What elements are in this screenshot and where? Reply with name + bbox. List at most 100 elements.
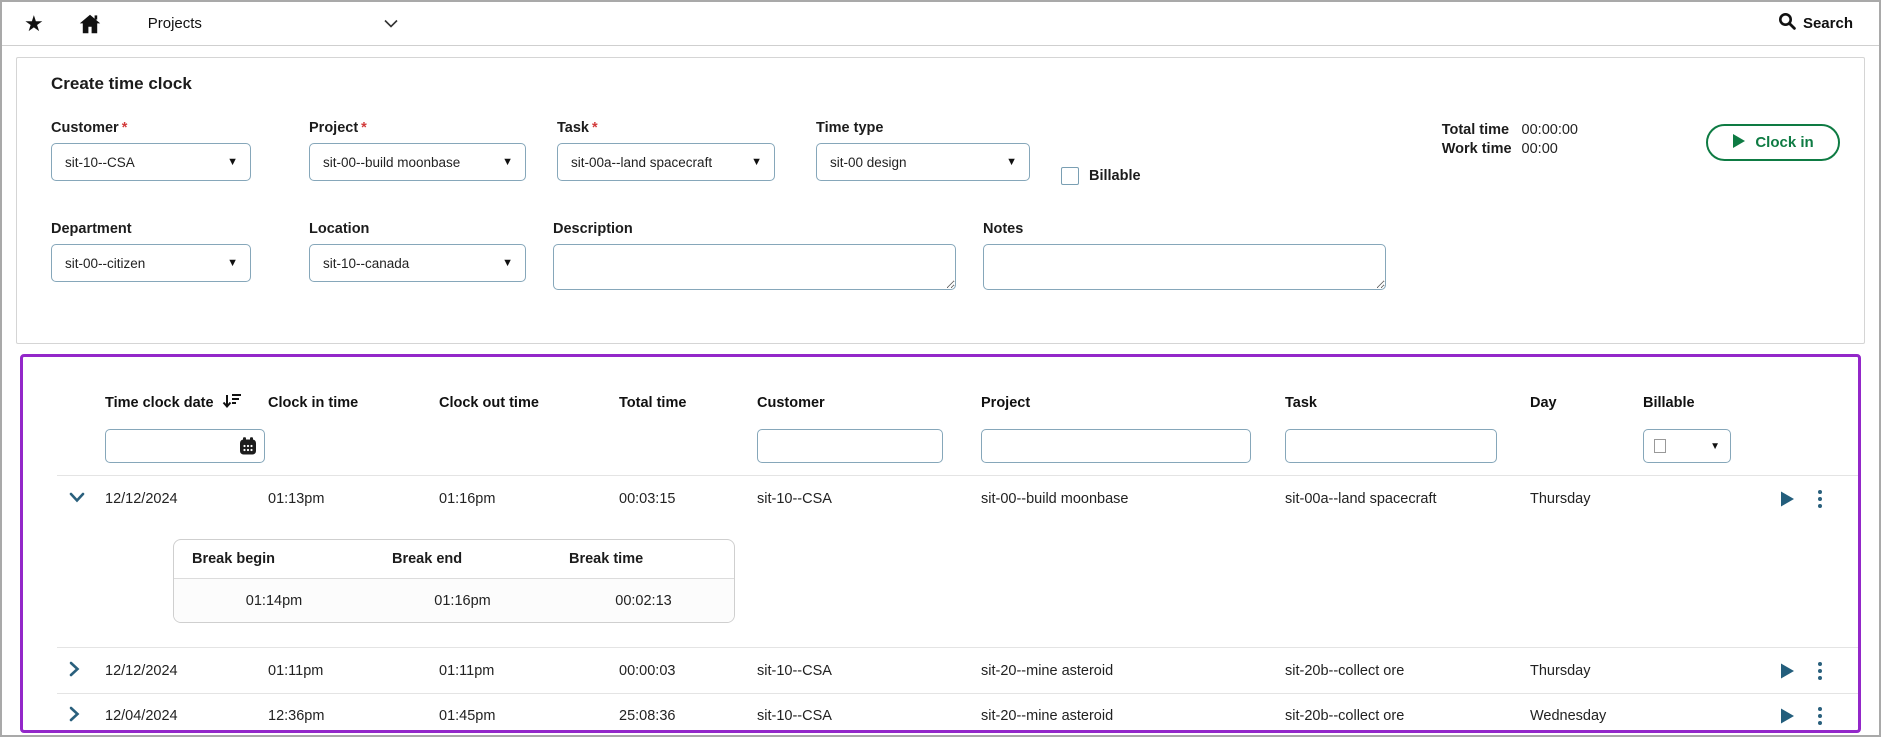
caret-down-icon: ▼ (227, 156, 238, 168)
module-dropdown[interactable]: Projects (148, 15, 398, 33)
kebab-menu-icon[interactable] (1816, 488, 1824, 510)
kebab-menu-icon[interactable] (1816, 660, 1824, 682)
create-time-clock-panel: Create time clock Customer* sit-10--CSA … (16, 57, 1865, 344)
time-clock-table-panel: Time clock date Clock in time Clock out … (20, 354, 1861, 733)
collapse-row-button[interactable] (57, 491, 105, 507)
notes-field: Notes (983, 221, 1386, 290)
form-row-1: Customer* sit-10--CSA ▼ Project* sit-00-… (51, 120, 1840, 185)
customer-filter-input[interactable] (757, 429, 943, 463)
department-label: Department (51, 221, 251, 237)
header-break-end: Break end (374, 540, 551, 578)
header-customer[interactable]: Customer (757, 395, 981, 411)
calendar-icon[interactable] (238, 436, 258, 461)
required-marker: * (122, 120, 128, 136)
task-filter-input[interactable] (1285, 429, 1497, 463)
time-type-select-value: sit-00 design (830, 155, 907, 170)
customer-select[interactable]: sit-10--CSA ▼ (51, 143, 251, 181)
chevron-down-icon (384, 15, 398, 33)
break-time-value: 00:02:13 (551, 593, 735, 609)
total-time-value: 00:00:00 (1522, 122, 1578, 138)
kebab-menu-icon[interactable] (1816, 705, 1824, 727)
sort-descending-icon[interactable] (222, 392, 242, 414)
header-break-begin: Break begin (174, 540, 374, 578)
cell-clock-out: 01:16pm (439, 491, 619, 507)
header-clock-in-time[interactable]: Clock in time (268, 395, 439, 411)
module-dropdown-label: Projects (148, 15, 202, 32)
cell-customer: sit-10--CSA (757, 663, 981, 679)
project-label: Project* (309, 120, 526, 136)
header-total-time[interactable]: Total time (619, 395, 757, 411)
cell-customer: sit-10--CSA (757, 491, 981, 507)
header-project[interactable]: Project (981, 395, 1285, 411)
table-row[interactable]: 12/12/2024 01:11pm 01:11pm 00:00:03 sit-… (57, 647, 1858, 693)
clock-in-button[interactable]: Clock in (1706, 124, 1840, 161)
location-select-value: sit-10--canada (323, 256, 409, 271)
billable-checkbox[interactable] (1061, 167, 1079, 185)
row-actions (1775, 488, 1858, 510)
break-table-row: 01:14pm 01:16pm 00:02:13 (174, 578, 734, 622)
clock-in-label: Clock in (1755, 134, 1813, 151)
cell-date: 12/12/2024 (105, 491, 268, 507)
cell-day: Thursday (1530, 663, 1643, 679)
expand-row-button[interactable] (57, 706, 105, 726)
cell-task: sit-20b--collect ore (1285, 708, 1530, 724)
cell-task: sit-20b--collect ore (1285, 663, 1530, 679)
row-expansion: Break begin Break end Break time 01:14pm… (57, 521, 1858, 647)
chevron-down-icon (69, 491, 85, 507)
app-window: ★ Projects Search Create time clock Cust… (0, 0, 1881, 737)
location-label: Location (309, 221, 526, 237)
cell-day: Wednesday (1530, 708, 1643, 724)
cell-project: sit-00--build moonbase (981, 491, 1285, 507)
play-icon[interactable] (1781, 708, 1794, 724)
cell-clock-out: 01:11pm (439, 663, 619, 679)
department-select[interactable]: sit-00--citizen ▼ (51, 244, 251, 282)
description-textarea[interactable] (553, 244, 956, 290)
timer-totals: Total time 00:00:00 Work time 00:00 (1442, 122, 1578, 157)
caret-down-icon: ▼ (1710, 441, 1720, 452)
search-button[interactable]: Search (1778, 12, 1853, 35)
panel-title: Create time clock (51, 74, 1840, 94)
cell-total: 00:03:15 (619, 491, 757, 507)
work-time-value: 00:00 (1522, 141, 1578, 157)
form-row-2: Department sit-00--citizen ▼ Location si… (51, 221, 1840, 290)
header-clock-out-time[interactable]: Clock out time (439, 395, 619, 411)
cell-clock-in: 01:13pm (268, 491, 439, 507)
header-billable[interactable]: Billable (1643, 395, 1775, 411)
task-select[interactable]: sit-00a--land spacecraft ▼ (557, 143, 775, 181)
project-filter-input[interactable] (981, 429, 1251, 463)
header-day[interactable]: Day (1530, 395, 1643, 411)
table-header-row: Time clock date Clock in time Clock out … (57, 383, 1858, 423)
table-row[interactable]: 12/12/2024 01:13pm 01:16pm 00:03:15 sit-… (57, 475, 1858, 521)
expand-row-button[interactable] (57, 661, 105, 681)
billable-filter-select[interactable]: ▼ (1643, 429, 1731, 463)
location-select[interactable]: sit-10--canada ▼ (309, 244, 526, 282)
caret-down-icon: ▼ (227, 257, 238, 269)
chevron-right-icon (69, 706, 80, 726)
play-icon[interactable] (1781, 491, 1794, 507)
customer-select-value: sit-10--CSA (65, 155, 135, 170)
cell-clock-out: 01:45pm (439, 708, 619, 724)
notes-textarea[interactable] (983, 244, 1386, 290)
task-field: Task* sit-00a--land spacecraft ▼ (557, 120, 775, 181)
table-row[interactable]: 12/04/2024 12:36pm 01:45pm 25:08:36 sit-… (57, 693, 1858, 733)
header-task[interactable]: Task (1285, 395, 1530, 411)
chevron-right-icon (69, 661, 80, 681)
favorite-star-icon[interactable]: ★ (24, 13, 44, 35)
home-icon[interactable] (78, 12, 102, 36)
required-marker: * (361, 120, 367, 136)
billable-checkbox-group[interactable]: Billable (1061, 167, 1141, 185)
required-marker: * (592, 120, 598, 136)
break-table: Break begin Break end Break time 01:14pm… (173, 539, 735, 623)
time-type-label: Time type (816, 120, 1030, 136)
project-select[interactable]: sit-00--build moonbase ▼ (309, 143, 526, 181)
break-table-header: Break begin Break end Break time (174, 540, 734, 578)
caret-down-icon: ▼ (502, 156, 513, 168)
time-type-select[interactable]: sit-00 design ▼ (816, 143, 1030, 181)
play-icon[interactable] (1781, 663, 1794, 679)
department-field: Department sit-00--citizen ▼ (51, 221, 251, 282)
header-time-clock-date[interactable]: Time clock date (105, 392, 268, 414)
cell-task: sit-00a--land spacecraft (1285, 491, 1530, 507)
header-break-time: Break time (551, 540, 735, 578)
caret-down-icon: ▼ (751, 156, 762, 168)
break-begin-value: 01:14pm (174, 593, 374, 609)
